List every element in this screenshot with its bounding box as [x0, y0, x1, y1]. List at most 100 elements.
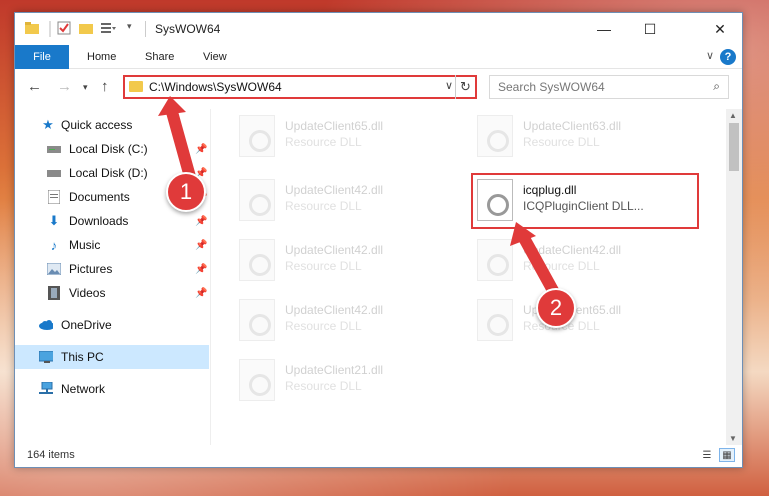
file-item[interactable]: UpdateClient63.dll Resource DLL — [477, 113, 697, 163]
sidebar-item-onedrive[interactable]: OneDrive — [15, 313, 209, 337]
help-icon[interactable]: ? — [720, 49, 736, 65]
up-arrow-icon[interactable]: ↑ — [101, 78, 109, 95]
pin-icon[interactable]: 📌 — [195, 264, 207, 275]
file-item[interactable]: UpdateClient42.dll Resource DLL — [477, 237, 697, 287]
scroll-down-icon[interactable]: ▼ — [729, 434, 737, 443]
dll-file-icon — [239, 179, 275, 221]
vertical-scrollbar[interactable]: ▲ ▼ — [726, 109, 742, 445]
recent-dropdown-icon[interactable]: ▾ — [83, 82, 88, 93]
sidebar-item-music[interactable]: ♪ Music 📌 — [15, 233, 209, 257]
sidebar-item-label: This PC — [61, 350, 104, 364]
file-list: UpdateClient65.dll Resource DLL UpdateCl… — [211, 109, 729, 445]
file-name: UpdateClient42.dll — [523, 243, 622, 257]
qa-divider — [49, 21, 51, 37]
file-item[interactable]: UpdateClient65.dll Resource DLL — [477, 297, 697, 347]
sidebar-item-label: Quick access — [61, 118, 133, 132]
search-placeholder: Search SysWOW64 — [498, 80, 605, 94]
sidebar-item-pictures[interactable]: Pictures 📌 — [15, 257, 209, 281]
pin-icon[interactable]: 📌 — [195, 216, 207, 227]
file-item[interactable]: UpdateClient42.dll Resource DLL — [239, 297, 459, 347]
title-bar: ▾ SysWOW64 — ☐ ✕ — [15, 13, 742, 45]
pin-icon[interactable]: 📌 — [195, 144, 207, 155]
sidebar-item-label: OneDrive — [61, 318, 112, 332]
title-divider — [145, 21, 146, 37]
star-icon: ★ — [42, 117, 54, 132]
sidebar-item-quick-access[interactable]: ★ Quick access — [15, 113, 209, 137]
file-type: Resource DLL — [285, 199, 362, 213]
sidebar-item-label: Music — [69, 238, 101, 252]
drive-icon — [47, 166, 61, 180]
close-button[interactable]: ✕ — [697, 13, 743, 45]
callout-badge-two: 2 — [536, 288, 576, 328]
address-bar[interactable]: C:\Windows\SysWOW64 ∨ ↻ — [123, 75, 477, 99]
network-icon — [39, 382, 53, 396]
file-item[interactable]: UpdateClient21.dll Resource DLL — [239, 357, 459, 407]
sidebar-item-network[interactable]: Network — [15, 377, 209, 401]
file-item[interactable]: UpdateClient65.dll Resource DLL — [239, 113, 459, 163]
ribbon-tabs: File Home Share View ∨ ? — [15, 45, 742, 69]
file-name: UpdateClient42.dll — [285, 243, 384, 257]
sidebar-item-label: Local Disk (D:) — [69, 166, 148, 180]
search-icon[interactable]: ⌕ — [713, 79, 720, 94]
sidebar-item-downloads[interactable]: ⬇ Downloads 📌 — [15, 209, 209, 233]
file-name: UpdateClient42.dll — [285, 303, 384, 317]
status-bar: 164 items ☰ ▦ — [15, 443, 742, 467]
tab-file[interactable]: File — [15, 45, 69, 69]
address-dropdown-icon[interactable]: ∨ — [445, 79, 453, 92]
file-name: UpdateClient21.dll — [285, 363, 384, 377]
item-count: 164 items — [27, 449, 75, 461]
sidebar-item-this-pc[interactable]: This PC — [15, 345, 209, 369]
dll-file-icon — [239, 299, 275, 341]
file-item[interactable]: UpdateClient42.dll Resource DLL — [239, 177, 459, 227]
new-folder-icon[interactable] — [79, 21, 93, 37]
dll-file-icon — [239, 239, 275, 281]
address-path[interactable]: C:\Windows\SysWOW64 — [149, 80, 282, 94]
dll-file-icon — [239, 359, 275, 401]
scroll-up-icon[interactable]: ▲ — [729, 111, 737, 120]
sidebar-item-videos[interactable]: Videos 📌 — [15, 281, 209, 305]
scroll-thumb[interactable] — [729, 123, 739, 171]
pin-icon[interactable]: 📌 — [195, 240, 207, 251]
minimize-button[interactable]: — — [581, 13, 627, 45]
refresh-icon[interactable]: ↻ — [455, 75, 475, 99]
window-title: SysWOW64 — [155, 22, 221, 36]
dll-file-icon — [477, 115, 513, 157]
chevron-down-icon[interactable]: ∨ — [706, 49, 714, 62]
tab-share[interactable]: Share — [145, 45, 174, 69]
file-name: UpdateClient65.dll — [285, 119, 384, 133]
folder-icon — [129, 81, 143, 92]
dll-file-icon — [477, 239, 513, 281]
file-type: Resource DLL — [285, 135, 362, 149]
pictures-icon — [47, 262, 61, 276]
properties-icon[interactable] — [57, 21, 71, 37]
sidebar-item-label: Videos — [69, 286, 106, 300]
sidebar-item-label: Downloads — [69, 214, 129, 228]
details-view-icon[interactable]: ☰ — [699, 448, 715, 462]
forward-arrow-icon[interactable]: → — [57, 78, 72, 95]
sidebar-item-local-disk-c[interactable]: Local Disk (C:) 📌 — [15, 137, 209, 161]
tab-home[interactable]: Home — [87, 45, 116, 69]
customize-icon[interactable] — [101, 21, 117, 37]
sidebar-item-label: Local Disk (C:) — [69, 142, 148, 156]
back-arrow-icon[interactable]: ← — [27, 78, 42, 95]
pin-icon[interactable]: 📌 — [195, 288, 207, 299]
cloud-icon — [39, 318, 53, 332]
file-type: Resource DLL — [523, 259, 600, 273]
folder-icon — [25, 21, 39, 37]
large-icons-view-icon[interactable]: ▦ — [719, 448, 735, 462]
tab-view[interactable]: View — [203, 45, 227, 69]
videos-icon — [47, 286, 61, 300]
search-input[interactable]: Search SysWOW64 ⌕ — [489, 75, 729, 99]
qa-dropdown-icon[interactable]: ▾ — [127, 21, 137, 37]
highlight-box — [471, 173, 699, 229]
maximize-button[interactable]: ☐ — [627, 13, 673, 45]
dll-file-icon — [239, 115, 275, 157]
file-type: Resource DLL — [523, 135, 600, 149]
callout-badge-one: 1 — [166, 172, 206, 212]
file-name: UpdateClient63.dll — [523, 119, 622, 133]
documents-icon — [47, 190, 61, 204]
file-item[interactable]: UpdateClient42.dll Resource DLL — [239, 237, 459, 287]
music-icon: ♪ — [50, 237, 58, 253]
sidebar-item-label: Network — [61, 382, 106, 396]
sidebar-item-label: Pictures — [69, 262, 113, 276]
